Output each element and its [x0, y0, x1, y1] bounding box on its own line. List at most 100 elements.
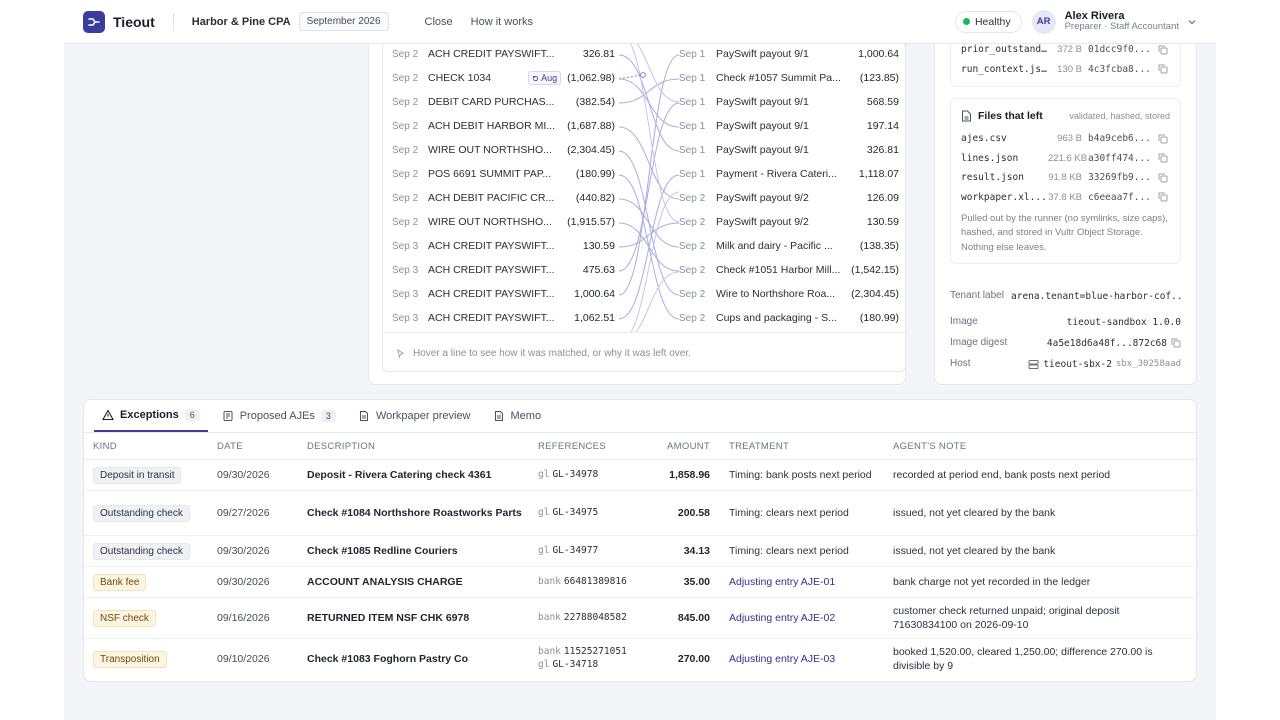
prior-period-tag[interactable]: Aug: [528, 71, 562, 85]
ledger-line-row[interactable]: Sep 1 PaySwift payout 9/1 326.81: [679, 138, 905, 162]
match-connector[interactable]: [619, 222, 679, 248]
reference[interactable]: gl GL-34978: [538, 469, 647, 482]
bank-line-row[interactable]: Sep 2 CHECK 1034 Aug (1,062.98): [383, 66, 619, 90]
bank-line-description: CHECK 1034: [428, 72, 492, 84]
copy-icon[interactable]: [1158, 64, 1168, 74]
copy-icon[interactable]: [1158, 192, 1168, 202]
nav-how-it-works[interactable]: How it works: [471, 16, 533, 28]
description-cell: ACCOUNT ANALYSIS CHARGE: [307, 575, 463, 588]
bank-line-date: Sep 2: [392, 168, 419, 180]
exception-row[interactable]: Outstanding check 09/30/2026 Check #1085 R…: [84, 536, 1196, 567]
copy-icon[interactable]: [1158, 153, 1168, 163]
bank-line-row[interactable]: Sep 2 ACH CREDIT PAYSWIFT... 326.81: [383, 42, 619, 66]
copy-icon[interactable]: [1171, 338, 1181, 348]
copy-icon[interactable]: [1158, 173, 1168, 183]
match-connector[interactable]: [619, 271, 679, 332]
ledger-line-row[interactable]: Sep 2 Check #1051 Harbor Mill... (1,542.15…: [679, 258, 905, 282]
copy-icon[interactable]: [1158, 45, 1168, 55]
exception-row[interactable]: Deposit in transit 09/30/2026 Deposit - Ri…: [84, 460, 1196, 491]
bank-line-row[interactable]: Sep 2 ACH DEBIT HARBOR MI... (1,687.88): [383, 114, 619, 138]
adjusting-entry-link[interactable]: Adjusting entry AJE-02: [710, 612, 893, 624]
ledger-line-amount: (180.99): [859, 312, 899, 324]
ledger-line-row[interactable]: Sep 1 Check #1057 Summit Pa... (123.85): [679, 66, 905, 90]
reference[interactable]: bank 66481389816: [538, 576, 647, 589]
match-connector[interactable]: [619, 78, 679, 128]
reference[interactable]: gl GL-34977: [538, 545, 647, 558]
bank-line-row[interactable]: Sep 2 POS 6691 SUMMIT PAP... (180.99): [383, 162, 619, 186]
file-row[interactable]: run_context.js... 130 B 4c3fcba8...: [961, 60, 1170, 80]
bank-line-row[interactable]: Sep 2 WIRE OUT NORTHSHO... (2,304.45): [383, 138, 619, 162]
firm-name[interactable]: Harbor & Pine CPA: [192, 16, 291, 28]
tab-proposed-ajes[interactable]: Proposed AJEs 3: [214, 400, 344, 432]
bank-line-date: Sep 2: [392, 144, 419, 156]
bank-line-row[interactable]: Sep 3 ACH CREDIT PAYSWIFT... 1,062.51: [383, 306, 619, 330]
bank-line-row[interactable]: Sep 3 ACH CREDIT PAYSWIFT... 130.59: [383, 234, 619, 258]
match-connector[interactable]: [619, 42, 679, 223]
ledger-line-row[interactable]: Sep 2 PaySwift payout 9/2 126.09: [679, 186, 905, 210]
exception-row[interactable]: Outstanding check 09/27/2026 Check #1084 N…: [84, 491, 1196, 536]
bank-line-description: ACH DEBIT HARBOR MI...: [428, 120, 555, 132]
reference[interactable]: gl GL-34718: [538, 659, 647, 672]
date-cell: 09/30/2026: [217, 576, 270, 588]
tab-exceptions[interactable]: Exceptions 6: [94, 400, 208, 432]
bank-line-row[interactable]: Sep 3 ACH CREDIT PAYSWIFT... 475.63: [383, 258, 619, 282]
period-selector[interactable]: September 2026: [298, 12, 389, 31]
brand-name: Tieout: [113, 13, 155, 30]
bank-line-row[interactable]: Sep 2 ACH DEBIT PACIFIC CR... (440.82): [383, 186, 619, 210]
date-cell: 09/16/2026: [217, 612, 270, 624]
logo-icon[interactable]: [83, 10, 105, 33]
match-connector[interactable]: [619, 42, 679, 103]
tab-count: 6: [184, 408, 200, 421]
bank-line-row[interactable]: Sep 2 DEBIT CARD PURCHAS... (382.54): [383, 90, 619, 114]
file-row[interactable]: lines.json 221.6 KB a30ff474...: [961, 149, 1170, 169]
ledger-line-row[interactable]: Sep 2 Wire to Northshore Roa... (2,304.45): [679, 282, 905, 306]
exception-row[interactable]: Transposition 09/10/2026 Check #1083 Fogho…: [84, 639, 1196, 679]
health-status-badge[interactable]: Healthy: [954, 10, 1022, 33]
column-header[interactable]: REFERENCES: [538, 441, 647, 452]
match-connector[interactable]: [619, 191, 679, 332]
exception-row[interactable]: Bank fee 09/30/2026 ACCOUNT ANALYSIS CHARG…: [84, 567, 1196, 598]
tab-memo[interactable]: Memo: [485, 400, 550, 432]
ledger-line-row[interactable]: Sep 1 PaySwift payout 9/1 197.14: [679, 114, 905, 138]
file-row[interactable]: result.json 91.8 KB 33269fb9...: [961, 168, 1170, 188]
bank-line-row[interactable]: Sep 2 WIRE OUT NORTHSHO... (1,915.57): [383, 210, 619, 234]
exception-row[interactable]: NSF check 09/16/2026 RETURNED ITEM NSF CHK…: [84, 598, 1196, 639]
bank-line-date: Sep 3: [392, 264, 419, 276]
file-row[interactable]: workpaper.xl... 37.8 KB c6eeaa7f...: [961, 188, 1170, 208]
column-header[interactable]: DATE: [217, 441, 307, 452]
reference-id: 66481389816: [563, 575, 627, 587]
reference[interactable]: gl GL-34975: [538, 507, 647, 520]
adjusting-entry-link[interactable]: Adjusting entry AJE-03: [710, 653, 893, 665]
reference[interactable]: bank 22788048582: [538, 612, 647, 625]
match-connector[interactable]: [619, 198, 679, 248]
avatar[interactable]: AR: [1031, 9, 1056, 34]
ledger-line-date: Sep 2: [679, 216, 706, 228]
column-header[interactable]: AGENT'S NOTE: [893, 441, 1196, 452]
bank-line-description: WIRE OUT NORTHSHO...: [428, 144, 552, 156]
bank-line-date: Sep 2: [392, 48, 419, 60]
file-row[interactable]: ajes.csv 963 B b4a9ceb6...: [961, 129, 1170, 149]
reference[interactable]: bank 11525271051: [538, 646, 647, 659]
tab-workpaper-preview[interactable]: Workpaper preview: [350, 400, 479, 432]
chevron-down-icon[interactable]: [1187, 17, 1197, 27]
user-menu[interactable]: Alex Rivera Preparer · Staff Accountant: [1065, 10, 1179, 34]
bank-line-row[interactable]: Sep 3 ACH CREDIT PAYSWIFT... 1,000.64: [383, 282, 619, 306]
ledger-line-row[interactable]: Sep 1 Payment - Rivera Cateri... 1,118.07: [679, 162, 905, 186]
column-header[interactable]: DESCRIPTION: [307, 441, 538, 452]
column-header[interactable]: TREATMENT: [710, 441, 893, 452]
ledger-line-row[interactable]: Sep 1 PaySwift payout 9/1 568.59: [679, 90, 905, 114]
ledger-line-row[interactable]: Sep 2 Cups and packaging - S... (180.99): [679, 306, 905, 330]
tab-count: 3: [320, 409, 336, 422]
nav-close[interactable]: Close: [425, 16, 453, 28]
adjusting-entry-link[interactable]: Adjusting entry AJE-01: [710, 576, 893, 588]
unmatched-connector[interactable]: [619, 74, 642, 80]
ledger-line-row[interactable]: Sep 2 PaySwift payout 9/2 130.59: [679, 210, 905, 234]
ledger-line-description: Wire to Northshore Roa...: [716, 288, 836, 300]
copy-icon[interactable]: [1158, 134, 1168, 144]
column-header[interactable]: AMOUNT: [647, 441, 710, 452]
ledger-line-row[interactable]: Sep 2 Milk and dairy - Pacific ... (138.35…: [679, 234, 905, 258]
image-digest-key: Image digest: [950, 336, 1008, 348]
ledger-line-row[interactable]: Sep 1 PaySwift payout 9/1 1,000.64: [679, 42, 905, 66]
image-digest-value: 4a5e18d6a48f...872c68: [1046, 337, 1167, 349]
column-header[interactable]: KIND: [84, 441, 217, 452]
